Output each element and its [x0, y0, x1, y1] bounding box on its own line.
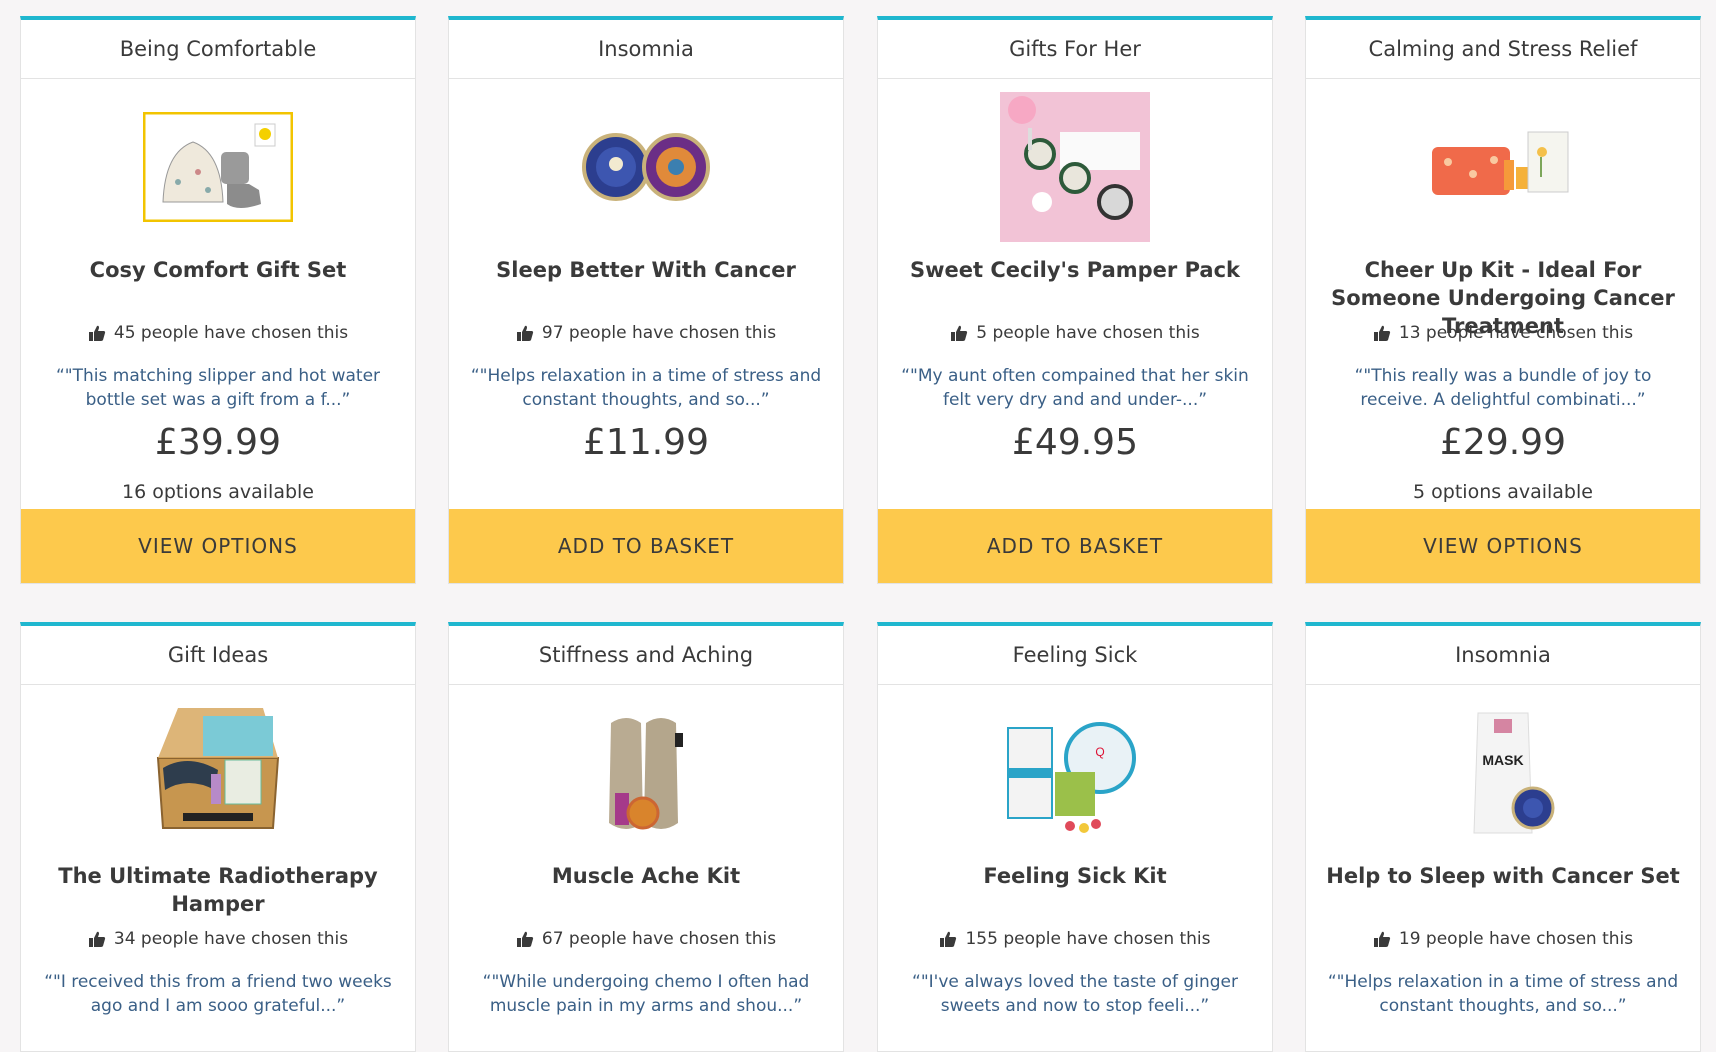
review-quote: “"This matching slipper and hot water bo…	[55, 366, 381, 410]
product-card[interactable]: Gifts For Her Sweet Cecily's Pamper Pack…	[877, 16, 1273, 584]
review-quote: “"I received this from a friend two week…	[44, 972, 392, 1016]
product-price: £39.99	[155, 422, 281, 463]
likes-count: 19 people have chosen this	[1306, 929, 1700, 949]
product-price: £29.99	[1440, 422, 1566, 463]
card-category[interactable]: Feeling Sick	[878, 626, 1272, 685]
likes-text: 45 people have chosen this	[113, 323, 349, 343]
thumbs-up-icon	[940, 931, 957, 947]
product-name[interactable]: Help to Sleep with Cancer Set	[1320, 862, 1686, 890]
thumbs-up-icon	[516, 931, 534, 947]
product-name[interactable]: Sleep Better With Cancer	[463, 256, 829, 284]
likes-count: 45 people have chosen this	[21, 323, 415, 343]
product-image[interactable]	[571, 698, 721, 848]
likes-count: 34 people have chosen this	[21, 929, 415, 949]
product-image[interactable]	[1000, 92, 1150, 242]
likes-text: 19 people have chosen this	[1398, 929, 1634, 949]
product-card[interactable]: Gift Ideas The Ultimate Radiotherapy Ham…	[20, 622, 416, 1052]
product-image[interactable]: Q	[1000, 698, 1150, 848]
thumbs-up-icon	[1373, 931, 1391, 947]
svg-text:MASK: MASK	[1482, 752, 1523, 768]
product-name[interactable]: Feeling Sick Kit	[892, 862, 1258, 890]
view-options-button[interactable]: VIEW OPTIONS	[21, 509, 415, 583]
card-category[interactable]: Calming and Stress Relief	[1306, 20, 1700, 79]
options-available: 16 options available	[122, 481, 314, 503]
product-name[interactable]: Muscle Ache Kit	[463, 862, 829, 890]
review-quote: “"While undergoing chemo I often had mus…	[482, 972, 810, 1016]
svg-text:Q: Q	[1095, 745, 1104, 759]
options-available: 5 options available	[1413, 481, 1593, 503]
likes-text: 155 people have chosen this	[965, 929, 1211, 949]
thumbs-up-icon	[1373, 325, 1391, 341]
thumbs-up-icon	[88, 325, 106, 341]
likes-text: 97 people have chosen this	[541, 323, 777, 343]
likes-count: 67 people have chosen this	[449, 929, 843, 949]
product-price: £49.95	[1012, 422, 1138, 463]
card-category[interactable]: Gift Ideas	[21, 626, 415, 685]
add-to-basket-button[interactable]: ADD TO BASKET	[878, 509, 1272, 583]
likes-count: 5 people have chosen this	[878, 323, 1272, 343]
product-image[interactable]	[143, 92, 293, 242]
likes-text: 5 people have chosen this	[976, 323, 1200, 343]
likes-count: 155 people have chosen this	[878, 929, 1272, 949]
product-image[interactable]	[143, 698, 293, 848]
card-category[interactable]: Insomnia	[1306, 626, 1700, 685]
review-quote: “"My aunt often compained that her skin …	[901, 366, 1249, 410]
product-grid: Being Comfortable Cosy Comfort Gift Set …	[0, 0, 1716, 1052]
likes-text: 13 people have chosen this	[1398, 323, 1634, 343]
thumbs-up-icon	[88, 931, 106, 947]
product-image[interactable]	[1428, 92, 1578, 242]
product-image[interactable]: MASK	[1428, 698, 1578, 848]
thumbs-up-icon	[516, 325, 534, 341]
product-name[interactable]: Cosy Comfort Gift Set	[35, 256, 401, 284]
product-price: £11.99	[583, 422, 709, 463]
product-card[interactable]: Calming and Stress Relief Cheer Up Kit -…	[1305, 16, 1701, 584]
review-quote: “"Helps relaxation in a time of stress a…	[470, 366, 822, 410]
card-category[interactable]: Gifts For Her	[878, 20, 1272, 79]
product-card[interactable]: Feeling Sick Q Feeling Sick Kit 155 peop…	[877, 622, 1273, 1052]
view-options-button[interactable]: VIEW OPTIONS	[1306, 509, 1700, 583]
likes-count: 97 people have chosen this	[449, 323, 843, 343]
product-image[interactable]	[571, 92, 721, 242]
review-quote: “"Helps relaxation in a time of stress a…	[1327, 972, 1679, 1016]
add-to-basket-button[interactable]: ADD TO BASKET	[449, 509, 843, 583]
likes-count: 13 people have chosen this	[1306, 323, 1700, 343]
likes-text: 34 people have chosen this	[113, 929, 349, 949]
card-category[interactable]: Insomnia	[449, 20, 843, 79]
product-name[interactable]: The Ultimate Radiotherapy Hamper	[35, 862, 401, 918]
product-name[interactable]: Sweet Cecily's Pamper Pack	[892, 256, 1258, 284]
thumbs-up-icon	[951, 325, 968, 341]
card-category[interactable]: Being Comfortable	[21, 20, 415, 79]
card-category[interactable]: Stiffness and Aching	[449, 626, 843, 685]
product-card[interactable]: Being Comfortable Cosy Comfort Gift Set …	[20, 16, 416, 584]
product-card[interactable]: Stiffness and Aching Muscle Ache Kit 67 …	[448, 622, 844, 1052]
review-quote: “"I've always loved the taste of ginger …	[912, 972, 1238, 1016]
product-card[interactable]: Insomnia Sleep Better With Cancer 97 peo…	[448, 16, 844, 584]
product-card[interactable]: Insomnia MASK Help to Sleep with Cancer …	[1305, 622, 1701, 1052]
review-quote: “"This really was a bundle of joy to rec…	[1354, 366, 1652, 410]
likes-text: 67 people have chosen this	[541, 929, 777, 949]
